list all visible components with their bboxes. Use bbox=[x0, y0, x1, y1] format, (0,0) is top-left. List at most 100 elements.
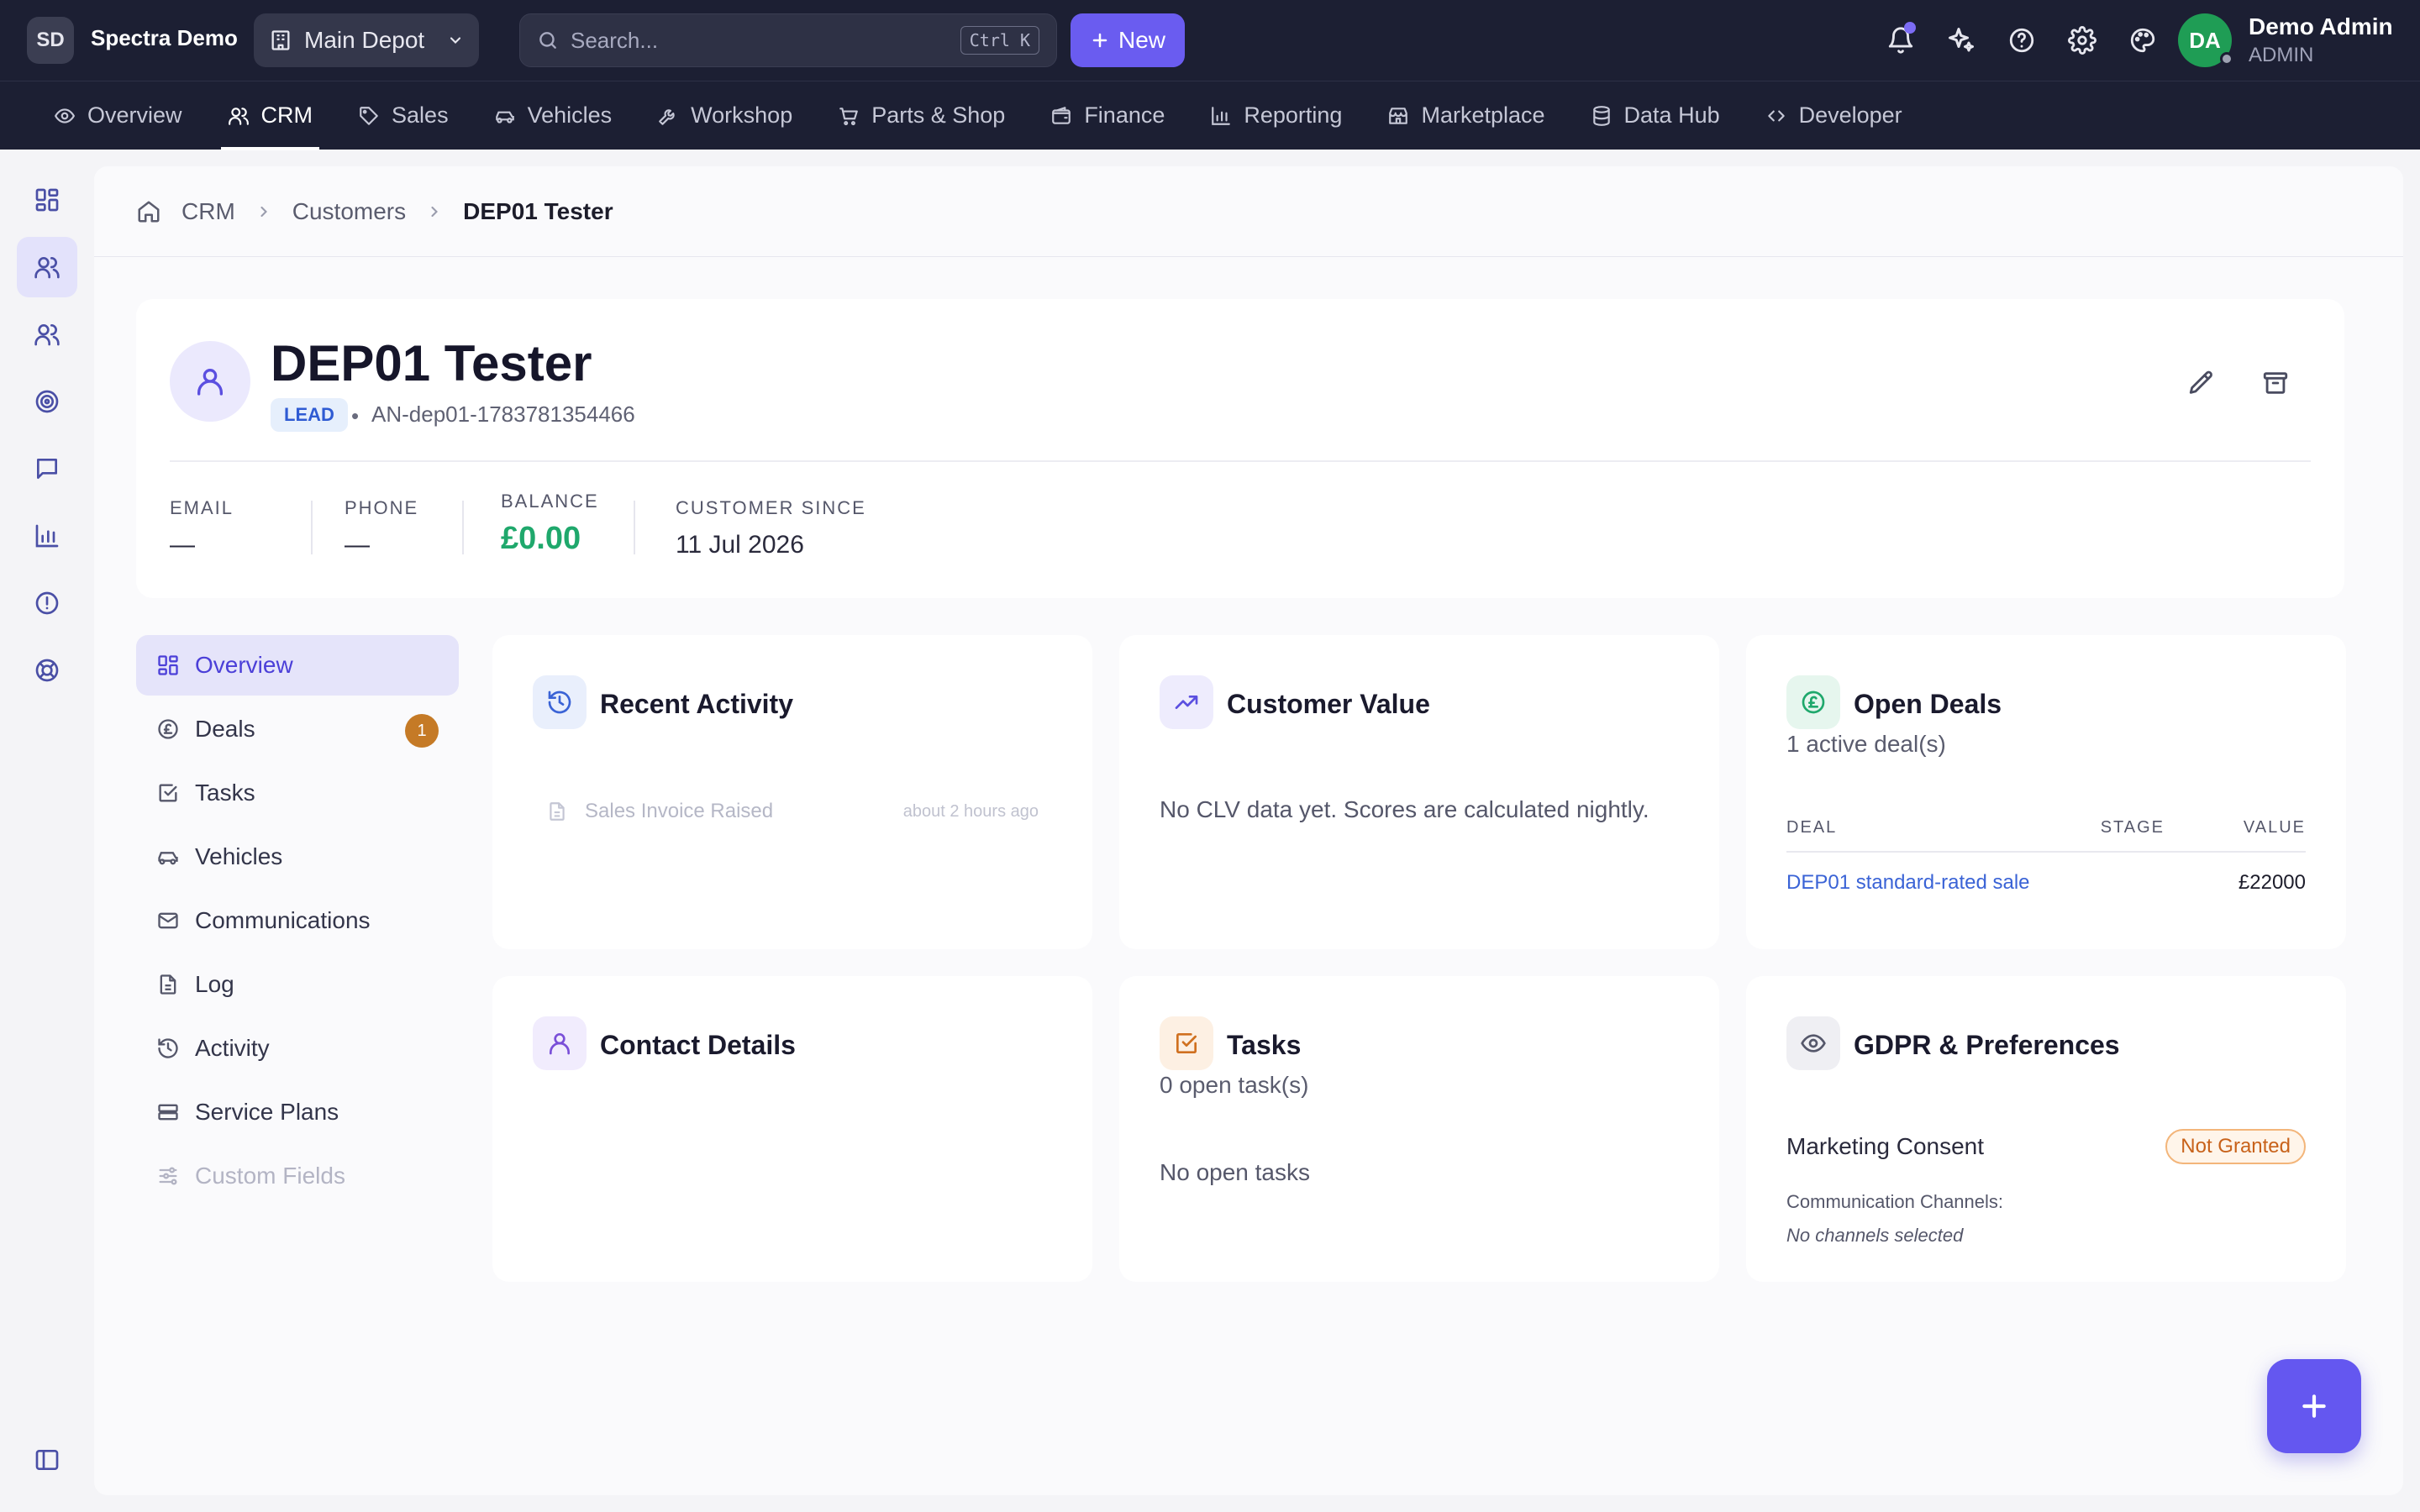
breadcrumb-current: DEP01 Tester bbox=[463, 197, 613, 224]
tab-vehicles[interactable]: Vehicles bbox=[136, 827, 459, 887]
consent-status-badge: Not Granted bbox=[2165, 1129, 2306, 1164]
home-icon[interactable] bbox=[136, 199, 161, 224]
user-role: ADMIN bbox=[2249, 44, 2314, 66]
deals-table: DEAL STAGE VALUE DEP01 standard-rated sa… bbox=[1786, 818, 2306, 895]
tab-log[interactable]: Log bbox=[136, 954, 459, 1015]
nav-finance[interactable]: Finance bbox=[1044, 81, 1171, 150]
building-icon bbox=[269, 29, 292, 52]
edit-button[interactable] bbox=[2183, 365, 2220, 402]
code-icon bbox=[1765, 105, 1787, 127]
consent-label: Marketing Consent bbox=[1786, 1133, 1985, 1159]
customer-since-stat: CUSTOMER SINCE 11 Jul 2026 bbox=[676, 497, 866, 559]
phone-stat: PHONE — bbox=[345, 497, 418, 559]
palette-icon[interactable] bbox=[2124, 22, 2161, 59]
tab-label: Service Plans bbox=[195, 1099, 339, 1125]
stat-divider bbox=[634, 501, 635, 554]
open-deals-card: Open Deals 1 active deal(s) DEAL STAGE V… bbox=[1746, 635, 2346, 949]
activity-card-icon bbox=[533, 675, 587, 729]
car-icon bbox=[494, 105, 516, 127]
new-button[interactable]: New bbox=[1071, 13, 1185, 67]
target-icon[interactable] bbox=[17, 371, 77, 432]
plus-icon bbox=[1090, 30, 1110, 50]
alert-icon[interactable] bbox=[17, 573, 77, 633]
nav-vehicles[interactable]: Vehicles bbox=[487, 81, 619, 150]
tab-tasks[interactable]: Tasks bbox=[136, 763, 459, 823]
store-icon bbox=[1387, 105, 1409, 127]
tab-activity[interactable]: Activity bbox=[136, 1018, 459, 1079]
message-icon[interactable] bbox=[17, 438, 77, 499]
header-divider bbox=[170, 460, 2311, 462]
breadcrumb-customers[interactable]: Customers bbox=[292, 198, 406, 225]
nav-workshop[interactable]: Workshop bbox=[650, 81, 799, 150]
floating-add-button[interactable] bbox=[2267, 1359, 2361, 1453]
contacts-icon[interactable] bbox=[17, 304, 77, 365]
dashboard-icon[interactable] bbox=[17, 170, 77, 230]
status-badge: LEAD bbox=[271, 398, 348, 432]
column-stage: STAGE bbox=[2100, 818, 2165, 837]
sidebar-toggle-icon[interactable] bbox=[17, 1430, 77, 1490]
depot-selector[interactable]: Main Depot bbox=[254, 13, 479, 67]
tab-service-plans[interactable]: Service Plans bbox=[136, 1082, 459, 1142]
marketing-consent-row: Marketing Consent Not Granted bbox=[1786, 1129, 2306, 1164]
nav-label: Parts & Shop bbox=[871, 102, 1006, 128]
email-label: EMAIL bbox=[170, 497, 234, 518]
tab-label: Tasks bbox=[195, 780, 255, 806]
nav-label: Overview bbox=[87, 102, 182, 128]
customer-since-label: CUSTOMER SINCE bbox=[676, 497, 866, 518]
tasks-card-icon bbox=[1160, 1016, 1213, 1070]
tab-communications[interactable]: Communications bbox=[136, 890, 459, 951]
tab-deals[interactable]: Deals 1 bbox=[136, 699, 459, 759]
bell-icon[interactable] bbox=[1882, 22, 1919, 59]
search-input[interactable]: Search... Ctrl K bbox=[519, 13, 1057, 67]
nav-marketplace[interactable]: Marketplace bbox=[1381, 81, 1551, 150]
history-icon bbox=[156, 1037, 180, 1060]
column-value: VALUE bbox=[2243, 818, 2306, 837]
nav-reporting[interactable]: Reporting bbox=[1203, 81, 1349, 150]
new-button-label: New bbox=[1118, 27, 1165, 53]
user-name[interactable]: Demo Admin bbox=[2249, 13, 2393, 40]
tab-custom-fields[interactable]: Custom Fields bbox=[136, 1146, 459, 1206]
contact-card-icon bbox=[533, 1016, 587, 1070]
contact-details-card: Contact Details bbox=[492, 976, 1092, 1282]
channels-value: No channels selected bbox=[1786, 1225, 1964, 1246]
module-nav: Overview CRM Sales Vehicles Workshop Par… bbox=[0, 81, 2420, 150]
avatar[interactable]: DA bbox=[2178, 13, 2233, 67]
nav-label: CRM bbox=[260, 102, 313, 128]
sliders-icon bbox=[156, 1164, 180, 1188]
file-icon bbox=[156, 973, 180, 996]
analytics-icon[interactable] bbox=[17, 506, 77, 566]
activity-item[interactable]: Sales Invoice Raised about 2 hours ago bbox=[546, 800, 1039, 823]
search-icon bbox=[537, 29, 559, 51]
sparkles-icon[interactable] bbox=[1943, 22, 1980, 59]
nav-developer[interactable]: Developer bbox=[1759, 81, 1909, 150]
depot-label: Main Depot bbox=[304, 27, 425, 53]
mail-icon bbox=[156, 909, 180, 932]
tag-icon bbox=[358, 105, 380, 127]
nav-parts-shop[interactable]: Parts & Shop bbox=[831, 81, 1012, 150]
breadcrumb-crm[interactable]: CRM bbox=[182, 198, 235, 225]
balance-label: BALANCE bbox=[501, 491, 599, 512]
plus-icon bbox=[2297, 1389, 2331, 1423]
tab-label: Log bbox=[195, 971, 234, 997]
gear-icon[interactable] bbox=[2064, 22, 2101, 59]
nav-label: Data Hub bbox=[1623, 102, 1720, 128]
org-name[interactable]: Spectra Demo bbox=[91, 25, 238, 51]
activity-label: Sales Invoice Raised bbox=[585, 800, 774, 822]
deal-link[interactable]: DEP01 standard-rated sale bbox=[1786, 871, 2047, 895]
tab-label: Communications bbox=[195, 907, 371, 933]
car-icon bbox=[156, 845, 180, 869]
tab-label: Custom Fields bbox=[195, 1163, 345, 1189]
customer-tabs: Overview Deals 1 Tasks Vehicles Communic… bbox=[136, 635, 459, 1210]
check-square-icon bbox=[156, 781, 180, 805]
nav-data-hub[interactable]: Data Hub bbox=[1584, 81, 1727, 150]
table-row[interactable]: DEP01 standard-rated sale £22000 bbox=[1786, 853, 2306, 895]
lifebuoy-icon[interactable] bbox=[17, 640, 77, 701]
archive-button[interactable] bbox=[2257, 365, 2294, 402]
nav-overview[interactable]: Overview bbox=[47, 81, 189, 150]
customers-icon[interactable] bbox=[17, 237, 77, 297]
nav-crm[interactable]: CRM bbox=[220, 81, 320, 150]
org-badge[interactable]: SD bbox=[27, 17, 74, 64]
help-icon[interactable] bbox=[2003, 22, 2040, 59]
nav-sales[interactable]: Sales bbox=[351, 81, 455, 150]
tab-overview[interactable]: Overview bbox=[136, 635, 459, 696]
